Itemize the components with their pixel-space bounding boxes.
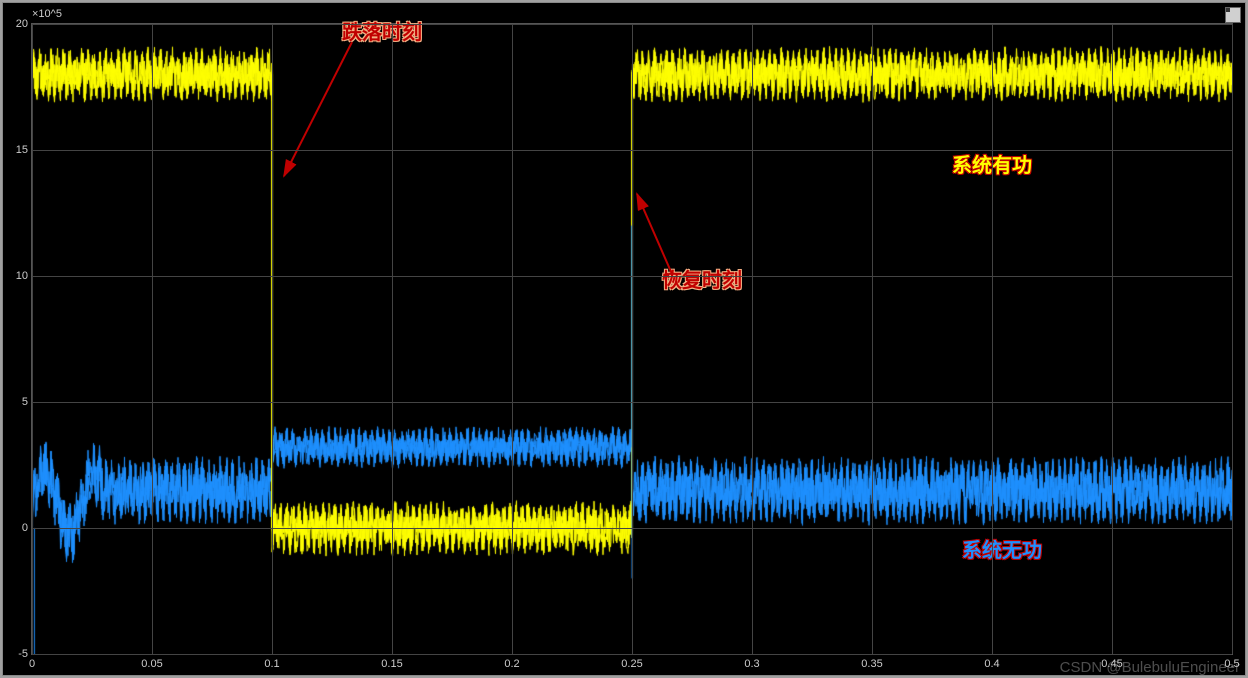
reactive-power-label: 系统无功 xyxy=(962,534,1042,563)
watermark: CSDN @BulebuluEngineer xyxy=(1060,659,1240,676)
x-tick-label: 0.35 xyxy=(861,658,882,670)
grid-line-vertical xyxy=(512,24,513,654)
scope-window: ×10^5 跌落时刻 恢复时刻 系统有功 系统无功 00.050.10.150.… xyxy=(2,2,1246,676)
grid-line-vertical xyxy=(272,24,273,654)
y-tick-label: 5 xyxy=(8,396,28,408)
x-tick-label: 0.15 xyxy=(381,658,402,670)
grid-line-horizontal xyxy=(32,150,1232,151)
y-tick-label: 20 xyxy=(8,18,28,30)
grid-line-vertical xyxy=(1112,24,1113,654)
grid-line-vertical xyxy=(752,24,753,654)
grid-line-vertical xyxy=(632,24,633,654)
grid-line-horizontal xyxy=(32,276,1232,277)
x-tick-label: 0.05 xyxy=(141,658,162,670)
x-tick-label: 0 xyxy=(29,658,35,670)
x-tick-label: 0.3 xyxy=(744,658,759,670)
grid-line-horizontal xyxy=(32,528,1232,529)
grid-line-horizontal xyxy=(32,402,1232,403)
grid-line-vertical xyxy=(872,24,873,654)
restore-annotation: 恢复时刻 xyxy=(662,264,742,293)
grid-line-horizontal xyxy=(32,24,1232,25)
grid-line-vertical xyxy=(392,24,393,654)
y-exponent-label: ×10^5 xyxy=(32,8,62,20)
expand-icon[interactable] xyxy=(1225,7,1241,23)
x-tick-label: 0.25 xyxy=(621,658,642,670)
grid-line-vertical xyxy=(992,24,993,654)
grid-line-vertical xyxy=(32,24,33,654)
grid-line-horizontal xyxy=(32,654,1232,655)
x-tick-label: 0.4 xyxy=(984,658,999,670)
y-tick-label: 10 xyxy=(8,270,28,282)
grid-line-vertical xyxy=(152,24,153,654)
grid-line-vertical xyxy=(1232,24,1233,654)
plot-area: ×10^5 跌落时刻 恢复时刻 系统有功 系统无功 00.050.10.150.… xyxy=(31,23,1233,655)
dip-annotation: 跌落时刻 xyxy=(342,16,422,45)
x-tick-label: 0.1 xyxy=(264,658,279,670)
y-tick-label: 0 xyxy=(8,522,28,534)
x-tick-label: 0.2 xyxy=(504,658,519,670)
y-tick-label: 15 xyxy=(8,144,28,156)
y-tick-label: -5 xyxy=(8,648,28,660)
